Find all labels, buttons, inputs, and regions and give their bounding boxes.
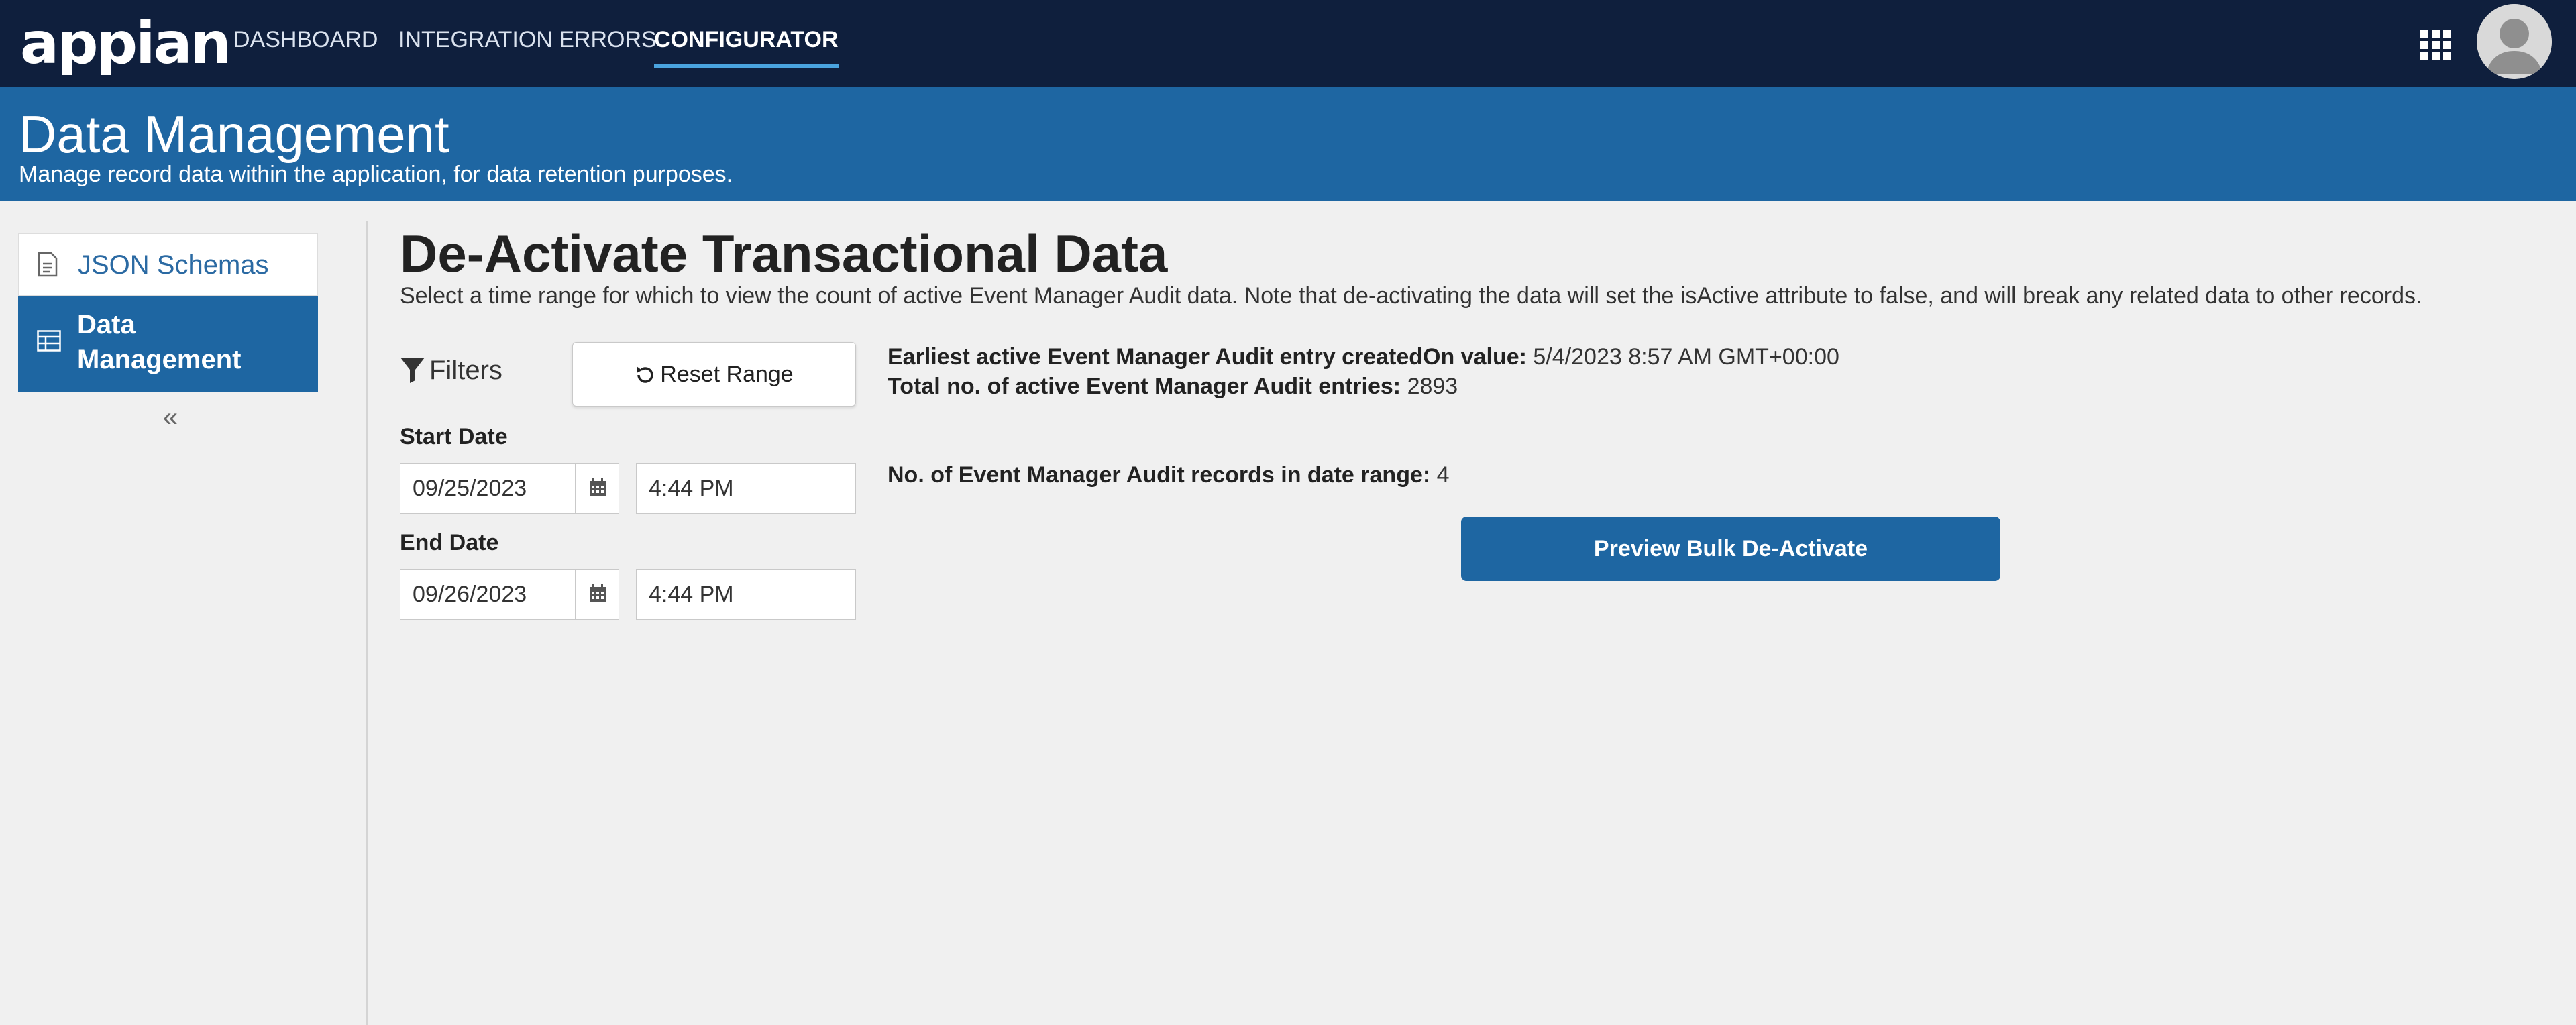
total-entries-value: 2893 bbox=[1407, 374, 1458, 399]
end-time-input[interactable]: 4:44 PM bbox=[636, 569, 856, 620]
filters-label: Filters bbox=[429, 356, 502, 385]
filters-heading: Filters bbox=[400, 353, 502, 388]
preview-bulk-deactivate-button[interactable]: Preview Bulk De-Activate bbox=[1461, 517, 2000, 581]
page-title: Data Management bbox=[19, 105, 449, 164]
start-time-input[interactable]: 4:44 PM bbox=[636, 463, 856, 514]
earliest-entry-label: Earliest active Event Manager Audit entr… bbox=[888, 344, 1527, 370]
nav-configurator[interactable]: CONFIGURATOR bbox=[654, 24, 839, 68]
table-icon bbox=[37, 330, 61, 357]
reset-range-button[interactable]: Reset Range bbox=[572, 342, 856, 407]
appian-logo[interactable]: appian bbox=[20, 7, 231, 80]
sidebar-item-data-management[interactable]: Data Management bbox=[18, 296, 318, 392]
page-header-band: Data Management Manage record data withi… bbox=[0, 87, 2576, 201]
nav-dashboard[interactable]: DASHBOARD bbox=[233, 24, 378, 64]
start-date-calendar-button[interactable] bbox=[575, 463, 619, 514]
reset-range-label: Reset Range bbox=[660, 362, 794, 387]
collapse-sidebar-icon[interactable]: « bbox=[158, 404, 182, 431]
sidebar-divider bbox=[366, 221, 368, 1025]
user-avatar[interactable] bbox=[2477, 4, 2552, 79]
calendar-icon bbox=[590, 478, 606, 496]
undo-icon bbox=[637, 366, 653, 383]
calendar-icon bbox=[590, 584, 606, 602]
app-grid-icon[interactable] bbox=[2420, 30, 2451, 60]
page-subtitle: Manage record data within the applicatio… bbox=[19, 162, 733, 187]
range-count-label: No. of Event Manager Audit records in da… bbox=[888, 462, 1431, 488]
sidebar-item-json-schemas[interactable]: JSON Schemas bbox=[18, 233, 318, 296]
sidebar-item-label: Data Management bbox=[77, 310, 241, 374]
nav-integration-errors[interactable]: INTEGRATION ERRORS bbox=[398, 24, 657, 64]
section-description: Select a time range for which to view th… bbox=[400, 283, 2422, 309]
top-nav-bar: appian DASHBOARD INTEGRATION ERRORS CONF… bbox=[0, 0, 2576, 87]
earliest-entry-stat: Earliest active Event Manager Audit entr… bbox=[888, 342, 1839, 372]
range-count-stat: No. of Event Manager Audit records in da… bbox=[888, 460, 1450, 490]
start-date-label: Start Date bbox=[400, 424, 508, 449]
total-entries-label: Total no. of active Event Manager Audit … bbox=[888, 374, 1401, 399]
section-title: De-Activate Transactional Data bbox=[400, 224, 1168, 283]
range-count-value: 4 bbox=[1436, 462, 1450, 488]
end-date-label: End Date bbox=[400, 530, 499, 555]
end-date-input[interactable]: 09/26/2023 bbox=[400, 569, 576, 620]
document-icon bbox=[38, 252, 60, 278]
start-date-input[interactable]: 09/25/2023 bbox=[400, 463, 576, 514]
earliest-entry-value: 5/4/2023 8:57 AM GMT+00:00 bbox=[1533, 344, 1839, 370]
end-date-calendar-button[interactable] bbox=[575, 569, 619, 620]
sidebar-item-label: JSON Schemas bbox=[78, 250, 269, 280]
filter-icon bbox=[400, 358, 425, 383]
total-entries-stat: Total no. of active Event Manager Audit … bbox=[888, 372, 1458, 401]
